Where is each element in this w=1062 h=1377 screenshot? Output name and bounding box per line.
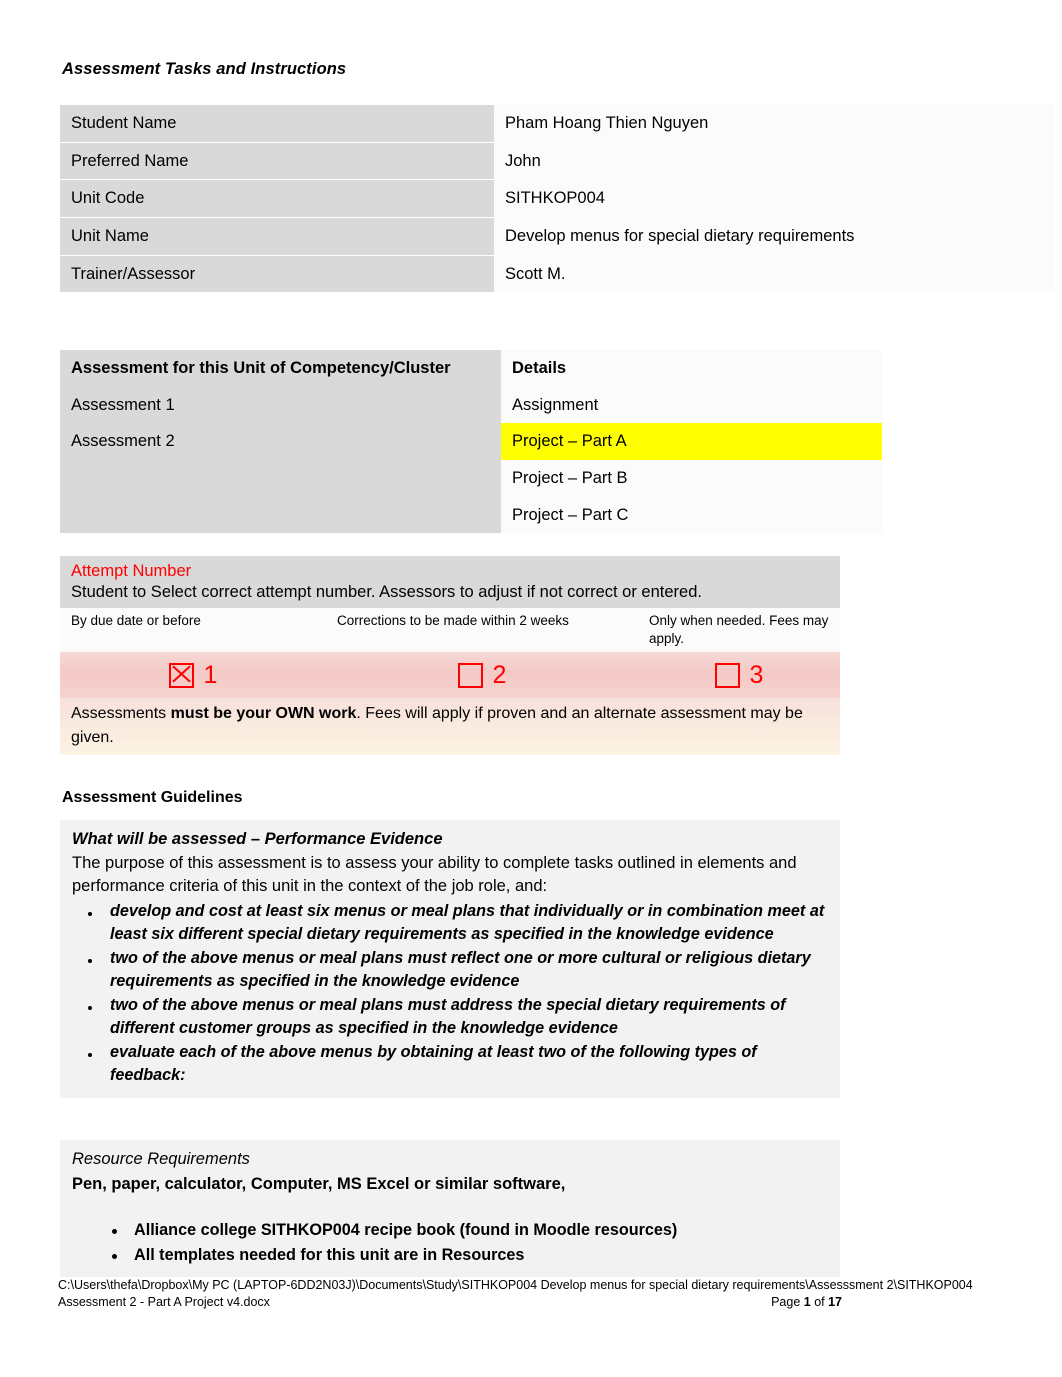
assessment-column-header: Assessment for this Unit of Competency/C…: [60, 350, 501, 387]
attempt-notes-row: By due date or before Corrections to be …: [60, 607, 840, 653]
table-row: Project – Part B: [60, 459, 882, 497]
attempt-option-3-number: 3: [749, 660, 764, 689]
preferred-name-label: Preferred Name: [60, 142, 494, 180]
list-item: develop and cost at least six menus or m…: [88, 900, 828, 946]
performance-evidence-subheading: What will be assessed – Performance Evid…: [72, 830, 443, 848]
table-row: Unit Code SITHKOP004: [60, 180, 1054, 217]
trainer-assessor-value[interactable]: Scott M.: [494, 255, 1054, 293]
table-header-row: Assessment for this Unit of Competency/C…: [60, 350, 882, 387]
list-item: evaluate each of the above menus by obta…: [88, 1041, 828, 1087]
student-name-label: Student Name: [60, 105, 494, 142]
resource-requirements-line: Pen, paper, calculator, Computer, MS Exc…: [72, 1175, 566, 1194]
attempt-header: Attempt Number Student to Select correct…: [60, 556, 840, 608]
student-info-table: Student Name Pham Hoang Thien Nguyen Pre…: [60, 105, 1054, 293]
footer-page-prefix: Page: [771, 1294, 804, 1309]
assessment-blank-label-c: [60, 496, 501, 534]
assessment-guidelines-heading: Assessment Guidelines: [62, 789, 243, 806]
unit-name-value[interactable]: Develop menus for special dietary requir…: [494, 217, 1054, 255]
attempt-number-title: Attempt Number: [71, 562, 192, 580]
table-row: Student Name Pham Hoang Thien Nguyen: [60, 105, 1054, 142]
assessment-2-detail-part-b[interactable]: Project – Part B: [501, 459, 882, 497]
attempt-note-3: Only when needed. Fees may apply.: [649, 612, 829, 647]
footer-current-page: 1: [803, 1294, 811, 1309]
guidelines-bullet-list: develop and cost at least six menus or m…: [72, 900, 828, 1087]
checkbox-empty-icon[interactable]: [714, 662, 740, 688]
table-row: Trainer/Assessor Scott M.: [60, 255, 1054, 293]
footer-total-pages: 17: [828, 1294, 842, 1309]
footer-file-path: C:\Users\thefa\Dropbox\My PC (LAPTOP-6DD…: [58, 1278, 973, 1292]
unit-name-label: Unit Name: [60, 217, 494, 255]
assessment-blank-label-b: [60, 459, 501, 497]
page-footer: C:\Users\thefa\Dropbox\My PC (LAPTOP-6DD…: [58, 1277, 1010, 1310]
details-column-header: Details: [501, 350, 882, 387]
table-row: Preferred Name John: [60, 142, 1054, 180]
own-work-note-bold: must be your OWN work: [170, 705, 357, 723]
attempt-instruction: Student to Select correct attempt number…: [71, 583, 702, 602]
list-item: Alliance college SITHKOP004 recipe book …: [112, 1218, 828, 1242]
attempt-option-1-number: 1: [203, 660, 218, 689]
document-page: Assessment Tasks and Instructions Studen…: [0, 0, 1062, 1377]
preferred-name-value[interactable]: John: [494, 142, 1054, 180]
assessment-2-detail-part-a[interactable]: Project – Part A: [501, 423, 882, 460]
page-title: Assessment Tasks and Instructions: [62, 60, 347, 78]
unit-code-value[interactable]: SITHKOP004: [494, 180, 1054, 217]
footer-filename: Assessment 2 - Part A Project v4.docx: [58, 1294, 270, 1309]
list-item: two of the above menus or meal plans mus…: [88, 947, 828, 993]
attempt-own-work-note: Assessments must be your OWN work. Fees …: [60, 698, 840, 755]
footer-page-of: of: [810, 1294, 829, 1309]
table-row: Assessment 2 Project – Part A: [60, 423, 882, 460]
assessment-1-label: Assessment 1: [60, 386, 501, 424]
assessment-2-detail-part-c[interactable]: Project – Part C: [501, 496, 882, 534]
resource-bullet-list: Alliance college SITHKOP004 recipe book …: [72, 1218, 828, 1267]
resource-requirements-title: Resource Requirements: [72, 1150, 250, 1168]
assessment-guidelines-box: What will be assessed – Performance Evid…: [60, 820, 840, 1098]
list-item: two of the above menus or meal plans mus…: [88, 994, 828, 1040]
assessment-1-detail[interactable]: Assignment: [501, 386, 882, 424]
assessment-2-label: Assessment 2: [60, 423, 501, 460]
attempt-checkbox-row: 1 2 3: [60, 652, 840, 699]
table-row: Project – Part C: [60, 496, 882, 534]
footer-page-number: Page 1 of 17: [771, 1294, 1010, 1311]
attempt-note-1: By due date or before: [71, 612, 201, 628]
checkbox-checked-icon[interactable]: [168, 662, 194, 688]
table-row: Assessment 1 Assignment: [60, 386, 882, 424]
attempt-option-2[interactable]: 2: [326, 652, 638, 698]
attempt-number-block: Attempt Number Student to Select correct…: [60, 556, 840, 755]
table-row: Unit Name Develop menus for special diet…: [60, 217, 1054, 255]
resource-requirements-box: Resource Requirements Pen, paper, calcul…: [60, 1140, 840, 1277]
attempt-option-1[interactable]: 1: [60, 652, 326, 698]
guidelines-intro-text: The purpose of this assessment is to ass…: [72, 854, 797, 896]
student-name-value[interactable]: Pham Hoang Thien Nguyen: [494, 105, 1054, 142]
checkbox-empty-icon[interactable]: [457, 662, 483, 688]
trainer-assessor-label: Trainer/Assessor: [60, 255, 494, 293]
own-work-note-prefix: Assessments: [71, 705, 171, 723]
attempt-note-2: Corrections to be made within 2 weeks: [337, 612, 569, 628]
attempt-option-3[interactable]: 3: [638, 652, 840, 698]
list-item: All templates needed for this unit are i…: [112, 1243, 828, 1267]
assessment-details-table: Assessment for this Unit of Competency/C…: [60, 350, 882, 534]
unit-code-label: Unit Code: [60, 180, 494, 217]
attempt-option-2-number: 2: [492, 660, 507, 689]
